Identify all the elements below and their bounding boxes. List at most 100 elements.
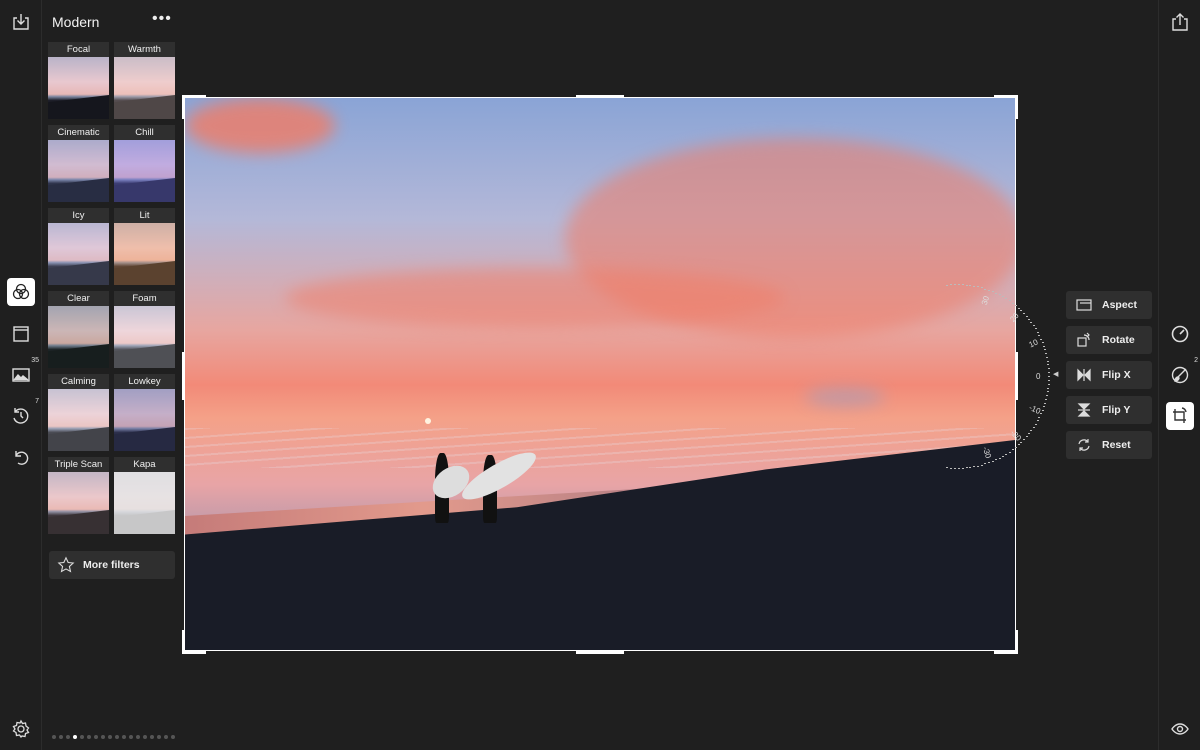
filters-icon[interactable] — [7, 278, 35, 306]
filter-label: Focal — [66, 44, 91, 55]
flip-y-button[interactable]: Flip Y — [1066, 396, 1152, 424]
tool-label: Reset — [1102, 439, 1131, 451]
crop-rotate-icon[interactable] — [1166, 402, 1194, 430]
filter-grid: Focal Warmth Cinematic Chill Icy Lit Clear Foam… — [48, 42, 175, 534]
reset-icon — [1078, 439, 1090, 451]
frame-icon[interactable] — [7, 320, 35, 348]
page-dot[interactable] — [73, 735, 77, 739]
filter-tile[interactable]: Kapa — [114, 457, 175, 534]
crop-handle-bl-v[interactable] — [182, 630, 185, 654]
page-dot[interactable] — [171, 735, 175, 739]
page-dot[interactable] — [129, 735, 133, 739]
dial-tick — [1045, 395, 1048, 397]
dial-tick — [1034, 328, 1037, 330]
dial-tick — [957, 467, 960, 469]
dial-tick — [1023, 313, 1026, 315]
dial-tick — [977, 465, 980, 467]
filter-tile[interactable]: Foam — [114, 291, 175, 368]
settings-icon[interactable] — [7, 715, 35, 743]
dial-tick — [1042, 345, 1045, 347]
filter-label: Icy — [72, 210, 85, 221]
dial-tick — [1047, 364, 1050, 366]
dial-tick — [991, 460, 994, 462]
filter-tile[interactable]: Chill — [114, 125, 175, 202]
filter-tile[interactable]: Focal — [48, 42, 109, 119]
rotate-button[interactable]: Rotate — [1066, 326, 1152, 354]
page-dot[interactable] — [52, 735, 56, 739]
dial-tick — [977, 286, 980, 288]
page-dot[interactable] — [108, 735, 112, 739]
dial-tick — [1032, 325, 1035, 327]
crop-handle-bottom[interactable] — [576, 651, 624, 654]
page-dot[interactable] — [143, 735, 147, 739]
filter-tile[interactable]: Clear — [48, 291, 109, 368]
dial-tick — [1020, 310, 1023, 312]
filter-thumbnail — [114, 472, 175, 534]
dial-tick — [1011, 449, 1014, 451]
filter-tile[interactable]: Lowkey — [114, 374, 175, 451]
crop-handle-left[interactable] — [182, 352, 185, 400]
dial-tick — [1040, 413, 1043, 415]
filter-tile[interactable]: Triple Scan — [48, 457, 109, 534]
filter-tile[interactable]: Cinematic — [48, 125, 109, 202]
filter-tile[interactable]: Icy — [48, 208, 109, 285]
filter-thumbnail — [114, 389, 175, 451]
eye-icon[interactable] — [1166, 715, 1194, 743]
filter-label: Kapa — [133, 459, 156, 470]
dial-tick — [1008, 451, 1011, 453]
crop-handle-tl-v[interactable] — [182, 95, 185, 119]
dial-tick — [1023, 438, 1026, 440]
reset-button[interactable]: Reset — [1066, 431, 1152, 459]
dial-tick — [1047, 383, 1050, 385]
crop-handle-br-v[interactable] — [1015, 630, 1018, 654]
page-dot[interactable] — [80, 735, 84, 739]
crop-handle-bl[interactable] — [182, 651, 206, 654]
more-filters-button[interactable]: More filters — [49, 551, 175, 579]
page-dot[interactable] — [94, 735, 98, 739]
history-icon[interactable]: 7 — [7, 398, 39, 430]
flip-x-button[interactable]: Flip X — [1066, 361, 1152, 389]
page-dot[interactable] — [66, 735, 70, 739]
rotation-dial[interactable]: 30 20 10 0 -10 -20 -30 — [946, 282, 1058, 472]
dial-tick — [1036, 331, 1039, 333]
aspect-button[interactable]: Aspect — [1066, 291, 1152, 319]
image-icon[interactable]: 35 — [7, 357, 39, 389]
more-options-button[interactable]: ••• — [152, 10, 172, 28]
filter-thumbnail — [48, 472, 109, 534]
filter-label: Triple Scan — [54, 459, 103, 470]
page-dot[interactable] — [122, 735, 126, 739]
dial-tick — [991, 291, 994, 293]
undo-icon[interactable] — [7, 443, 35, 471]
filter-tile[interactable]: Calming — [48, 374, 109, 451]
dial-tick — [1038, 335, 1041, 337]
star-icon — [57, 556, 75, 573]
crop-handle-top[interactable] — [576, 95, 624, 98]
share-icon[interactable] — [1166, 8, 1194, 36]
filter-group-title: Modern — [52, 14, 100, 30]
brush-icon[interactable]: 2 — [1166, 357, 1198, 389]
import-icon[interactable] — [7, 8, 35, 36]
page-dot[interactable] — [164, 735, 168, 739]
page-dot[interactable] — [87, 735, 91, 739]
dial-tick — [1005, 453, 1008, 455]
filter-tile[interactable]: Warmth — [114, 42, 175, 119]
page-dot[interactable] — [136, 735, 140, 739]
filter-tile[interactable]: Lit — [114, 208, 175, 285]
filter-thumbnail — [114, 140, 175, 202]
page-dot[interactable] — [150, 735, 154, 739]
dial-tick — [1008, 300, 1011, 302]
filter-label: Calming — [61, 376, 96, 387]
flip-y-icon — [1077, 403, 1091, 417]
page-dot[interactable] — [101, 735, 105, 739]
page-dot[interactable] — [157, 735, 161, 739]
adjust-dial-icon[interactable] — [1166, 320, 1194, 348]
photo-canvas[interactable] — [184, 97, 1016, 651]
dial-tick — [1002, 296, 1004, 298]
page-dot[interactable] — [59, 735, 63, 739]
dial-tick — [1030, 430, 1033, 432]
crop-handle-tr-v[interactable] — [1015, 95, 1018, 119]
dial-tick — [1017, 307, 1020, 309]
crop-handle-tl[interactable] — [182, 95, 206, 98]
dial-tick — [1040, 338, 1043, 340]
page-dot[interactable] — [115, 735, 119, 739]
